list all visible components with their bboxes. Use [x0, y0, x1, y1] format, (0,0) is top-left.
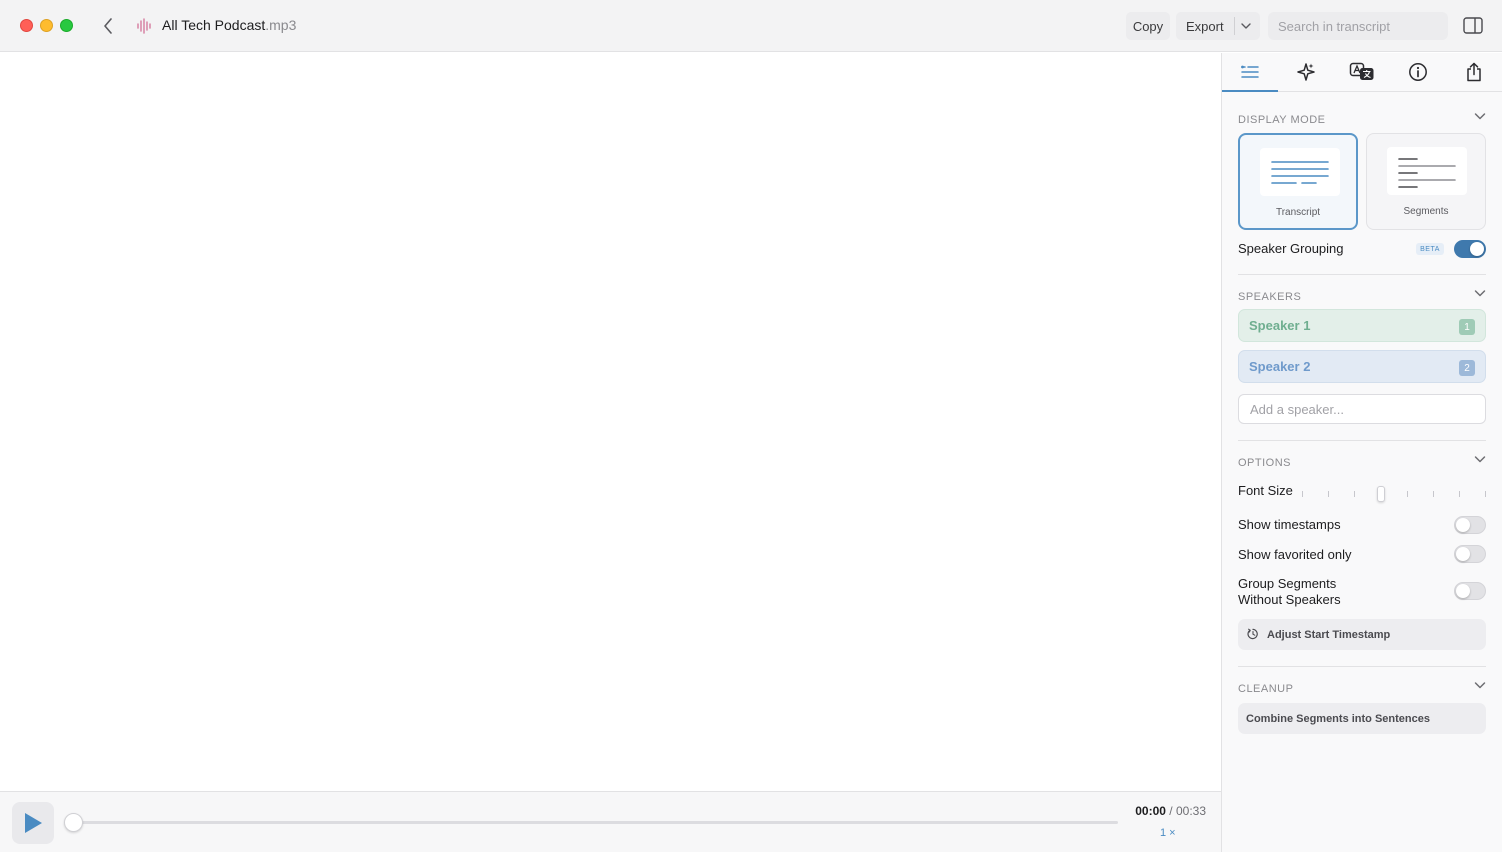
- export-button[interactable]: Export: [1176, 12, 1260, 40]
- inspector-sidebar: Display Mode Transcript: [1222, 53, 1502, 852]
- playback-scrubber[interactable]: [68, 821, 1118, 824]
- speaker-number-badge: 2: [1459, 360, 1475, 376]
- display-mode-title: Display Mode: [1238, 114, 1326, 126]
- toggle-knob: [1456, 584, 1470, 598]
- chevron-down-icon: [1474, 113, 1486, 120]
- play-icon: [25, 813, 42, 833]
- clock-adjust-icon: [1247, 628, 1258, 640]
- tab-translate[interactable]: [1334, 53, 1390, 91]
- section-divider: [1238, 440, 1486, 441]
- display-mode-header[interactable]: Display Mode: [1238, 110, 1486, 126]
- copy-button[interactable]: Copy: [1126, 12, 1170, 40]
- slider-tick: [1485, 491, 1486, 497]
- speaker-chip-2[interactable]: Speaker 2 2: [1238, 350, 1486, 383]
- file-name: All Tech Podcast: [162, 17, 266, 33]
- sidebar-tabs: [1222, 53, 1502, 92]
- current-time: 00:00: [1135, 804, 1166, 818]
- transcript-layout-icon: [1260, 148, 1340, 196]
- chevron-down-icon: [1474, 456, 1486, 463]
- slider-tick: [1407, 491, 1408, 497]
- group-segments-label-line1: Group Segments: [1238, 576, 1337, 591]
- beta-badge: BETA: [1416, 243, 1444, 255]
- show-favorited-toggle[interactable]: [1454, 545, 1486, 563]
- options-title: Options: [1238, 457, 1292, 469]
- title-bar: All Tech Podcast.mp3 Copy Export: [0, 0, 1502, 52]
- scrubber-handle[interactable]: [64, 813, 83, 832]
- slider-tick: [1459, 491, 1460, 497]
- options-header[interactable]: Options: [1238, 453, 1486, 469]
- window-maximize-button[interactable]: [60, 19, 73, 32]
- tab-share[interactable]: [1446, 53, 1502, 91]
- font-size-label: Font Size: [1238, 483, 1293, 498]
- chevron-left-icon: [104, 18, 112, 34]
- section-divider: [1238, 274, 1486, 275]
- font-size-slider[interactable]: [1302, 486, 1486, 502]
- display-mode-transcript[interactable]: Transcript: [1238, 133, 1358, 230]
- speakers-title: Speakers: [1238, 291, 1302, 303]
- transcript-view-icon: [1241, 65, 1259, 78]
- combine-segments-button[interactable]: Combine Segments into Sentences: [1238, 703, 1486, 734]
- share-icon: [1467, 62, 1481, 82]
- speaker-name: Speaker 2: [1249, 359, 1311, 374]
- display-mode-segments[interactable]: Segments: [1366, 133, 1486, 230]
- file-title: All Tech Podcast.mp3: [162, 17, 296, 33]
- slider-tick: [1354, 491, 1355, 497]
- slider-tick: [1433, 491, 1434, 497]
- playback-speed-button[interactable]: 1 ×: [1160, 827, 1176, 839]
- chevron-down-icon[interactable]: [1240, 19, 1252, 33]
- app-window: All Tech Podcast.mp3 Copy Export Search …: [0, 0, 1502, 852]
- cleanup-header[interactable]: Cleanup: [1238, 679, 1486, 695]
- chevron-down-icon: [1474, 682, 1486, 689]
- adjust-start-timestamp-button[interactable]: Adjust Start Timestamp: [1238, 619, 1486, 650]
- show-favorited-label: Show favorited only: [1238, 547, 1352, 562]
- audio-player: 00:00 / 00:33 1 ×: [0, 791, 1221, 852]
- group-segments-label: Group Segments Without Speakers: [1238, 576, 1341, 608]
- export-label: Export: [1186, 18, 1224, 34]
- adjust-start-timestamp-label: Adjust Start Timestamp: [1267, 628, 1391, 641]
- toggle-knob: [1470, 242, 1484, 256]
- play-button[interactable]: [12, 802, 54, 844]
- segments-layout-icon: [1387, 147, 1467, 195]
- speaker-chip-1[interactable]: Speaker 1 1: [1238, 309, 1486, 342]
- group-segments-toggle[interactable]: [1454, 582, 1486, 600]
- time-readout: 00:00 / 00:33: [1135, 804, 1206, 818]
- export-separator: [1234, 17, 1235, 35]
- toggle-knob: [1456, 547, 1470, 561]
- show-timestamps-label: Show timestamps: [1238, 517, 1341, 532]
- tab-ai[interactable]: [1278, 53, 1334, 91]
- search-input[interactable]: [1268, 12, 1448, 40]
- toggle-knob: [1456, 518, 1470, 532]
- duration: 00:33: [1175, 804, 1206, 818]
- add-speaker-input[interactable]: [1238, 394, 1486, 424]
- file-extension: .mp3: [265, 17, 297, 33]
- font-size-slider-thumb[interactable]: [1377, 486, 1385, 502]
- group-segments-label-line2: Without Speakers: [1238, 592, 1341, 607]
- info-icon: [1409, 63, 1427, 81]
- translate-icon: [1349, 62, 1374, 80]
- tab-info[interactable]: [1390, 53, 1446, 91]
- chevron-down-icon: [1474, 290, 1486, 297]
- speaker-grouping-toggle[interactable]: [1454, 240, 1486, 258]
- cleanup-title: Cleanup: [1238, 683, 1294, 695]
- tab-transcript-view[interactable]: [1222, 53, 1278, 92]
- back-button[interactable]: [98, 14, 118, 38]
- audio-waveform-icon: [137, 18, 151, 34]
- time-separator: /: [1165, 804, 1176, 818]
- transcript-area[interactable]: [0, 53, 1221, 791]
- speaker-grouping-label: Speaker Grouping: [1238, 241, 1344, 256]
- window-close-button[interactable]: [20, 19, 33, 32]
- ai-sparkle-icon: [1297, 63, 1315, 81]
- display-mode-segments-label: Segments: [1403, 206, 1449, 217]
- window-minimize-button[interactable]: [40, 19, 53, 32]
- display-mode-transcript-label: Transcript: [1275, 207, 1321, 218]
- speaker-number-badge: 1: [1459, 319, 1475, 335]
- slider-tick: [1302, 491, 1303, 497]
- speakers-header[interactable]: Speakers: [1238, 287, 1486, 303]
- slider-tick: [1328, 491, 1329, 497]
- sidebar-toggle-icon[interactable]: [1462, 16, 1484, 36]
- section-divider: [1238, 666, 1486, 667]
- show-timestamps-toggle[interactable]: [1454, 516, 1486, 534]
- speaker-name: Speaker 1: [1249, 318, 1311, 333]
